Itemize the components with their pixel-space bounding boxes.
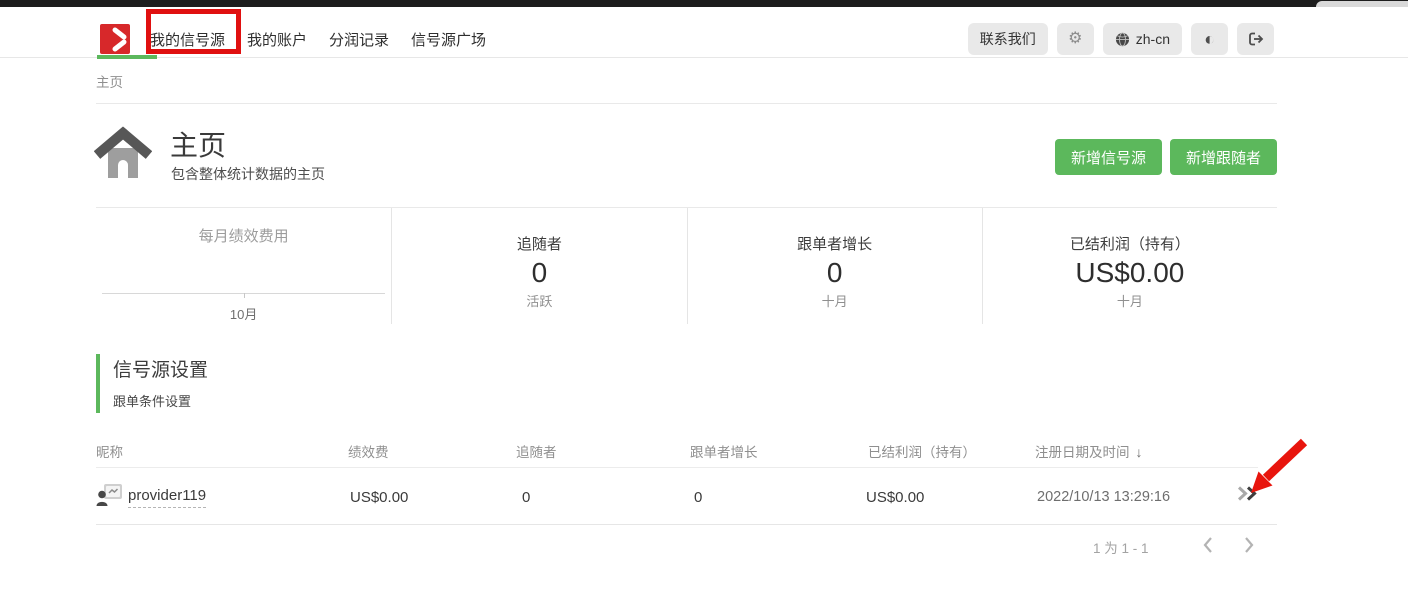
page-title: 主页 xyxy=(170,124,226,164)
pagination-next-button[interactable] xyxy=(1238,534,1260,556)
page-subtitle: 包含整体统计数据的主页 xyxy=(171,164,325,184)
globe-icon xyxy=(1115,32,1130,47)
row-registered-at: 2022/10/13 13:29:16 xyxy=(1037,489,1170,505)
stat-follower-growth: 跟单者增长 0 十月 xyxy=(687,208,982,324)
axis-tick-label: 10月 xyxy=(96,304,391,323)
row-follower-growth: 0 xyxy=(694,489,702,506)
contact-us-button[interactable]: 联系我们 xyxy=(968,23,1048,55)
next-icon xyxy=(1243,536,1255,554)
browser-top-strip xyxy=(0,0,1408,7)
row-nickname-link[interactable]: provider119 xyxy=(128,487,206,508)
stat-followers: 追随者 0 活跃 xyxy=(391,208,686,324)
provider-avatar-icon xyxy=(96,483,123,506)
stat-sublabel: 十月 xyxy=(983,291,1277,310)
contrast-icon: ◐ xyxy=(1204,30,1215,48)
col-header-performance-fee[interactable]: 绩效费 xyxy=(348,441,389,461)
stat-value: US$0.00 xyxy=(983,258,1277,288)
logout-icon xyxy=(1248,32,1264,46)
divider xyxy=(96,103,1277,104)
row-expand-double-chevron-icon[interactable] xyxy=(1236,486,1260,501)
signal-provider-dashboard: 我的信号源 我的账户 分润记录 信号源广场 联系我们 ⚙ zh-cn xyxy=(0,0,1408,600)
chart-x-axis xyxy=(102,293,385,294)
add-follower-button[interactable]: 新增跟随者 xyxy=(1170,139,1277,175)
gear-icon: ⚙ xyxy=(1068,31,1082,47)
navbar-actions: 联系我们 ⚙ zh-cn ◐ xyxy=(968,14,1274,64)
section-subtitle: 跟单条件设置 xyxy=(113,391,208,410)
stat-sublabel: 活跃 xyxy=(392,291,686,310)
stat-settled-profit: 已结利润（持有） US$0.00 十月 xyxy=(982,208,1277,324)
stat-value: 0 xyxy=(688,258,982,288)
settings-button[interactable]: ⚙ xyxy=(1057,23,1094,55)
axis-tick xyxy=(244,293,245,298)
col-header-nickname[interactable]: 昵称 xyxy=(96,441,123,461)
col-header-registered-at[interactable]: 注册日期及时间 ↓ xyxy=(1035,441,1143,461)
home-icon xyxy=(94,126,152,182)
breadcrumb[interactable]: 主页 xyxy=(96,71,123,91)
stat-monthly-fee-chart: 每月绩效费用 10月 xyxy=(96,208,391,324)
row-followers: 0 xyxy=(522,489,530,506)
pagination-info: 1 为 1 - 1 xyxy=(1093,537,1149,557)
add-signal-button[interactable]: 新增信号源 xyxy=(1055,139,1162,175)
col-header-settled-profit[interactable]: 已结利润（持有） xyxy=(868,441,976,461)
stat-sublabel: 十月 xyxy=(688,291,982,310)
prev-icon xyxy=(1202,536,1214,554)
col-header-followers[interactable]: 追随者 xyxy=(516,441,557,461)
signal-settings-section-header: 信号源设置 跟单条件设置 xyxy=(96,354,208,413)
main-menu: 我的信号源 我的账户 分润记录 信号源广场 xyxy=(150,14,486,64)
active-nav-indicator xyxy=(97,55,157,59)
nav-item-profit-records[interactable]: 分润记录 xyxy=(329,29,389,50)
row-settled-profit: US$0.00 xyxy=(866,489,924,506)
language-label: zh-cn xyxy=(1136,31,1170,47)
stat-value: 0 xyxy=(392,258,686,288)
col-header-registered-label: 注册日期及时间 xyxy=(1035,445,1130,460)
table-row-divider xyxy=(96,524,1277,525)
stat-title: 追随者 xyxy=(392,233,686,254)
language-button[interactable]: zh-cn xyxy=(1103,23,1182,55)
section-title: 信号源设置 xyxy=(113,355,208,382)
theme-contrast-button[interactable]: ◐ xyxy=(1191,23,1228,55)
stat-title: 跟单者增长 xyxy=(688,233,982,254)
stats-row: 每月绩效费用 10月 追随者 0 活跃 跟单者增长 0 十月 已结利润（持有） … xyxy=(96,207,1277,324)
table-header-divider xyxy=(96,467,1258,468)
nav-item-my-signals[interactable]: 我的信号源 xyxy=(150,29,225,50)
col-header-follower-growth[interactable]: 跟单者增长 xyxy=(690,441,758,461)
sort-desc-icon[interactable]: ↓ xyxy=(1136,444,1143,460)
stat-title: 已结利润（持有） xyxy=(983,233,1277,254)
chart-title: 每月绩效费用 xyxy=(96,225,391,246)
brand-logo-icon[interactable] xyxy=(100,24,130,54)
nav-item-my-account[interactable]: 我的账户 xyxy=(247,29,307,50)
contact-us-label: 联系我们 xyxy=(980,29,1036,49)
pagination-prev-button[interactable] xyxy=(1197,534,1219,556)
top-navbar: 我的信号源 我的账户 分润记录 信号源广场 联系我们 ⚙ zh-cn xyxy=(0,7,1408,58)
row-performance-fee: US$0.00 xyxy=(350,489,408,506)
nav-item-signal-plaza[interactable]: 信号源广场 xyxy=(411,29,486,50)
page-actions: 新增信号源 新增跟随者 xyxy=(1055,139,1277,175)
logout-button[interactable] xyxy=(1237,23,1274,55)
